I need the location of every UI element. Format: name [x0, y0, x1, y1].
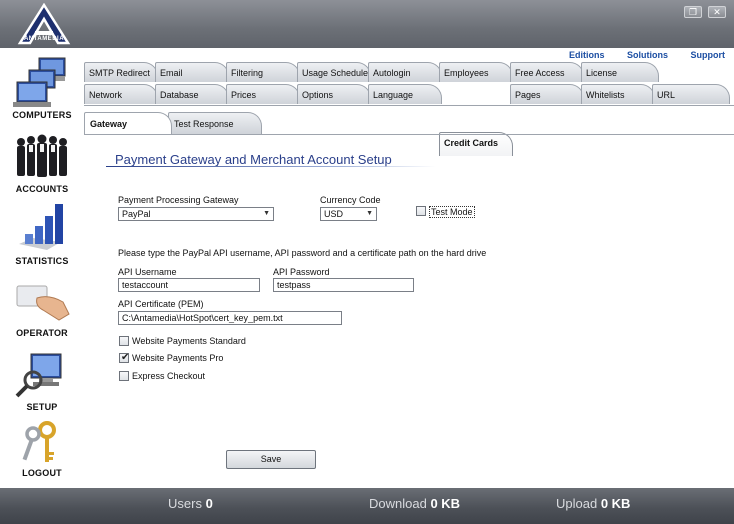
tab-divider	[84, 105, 734, 106]
sidebar-item-label: COMPUTERS	[12, 110, 72, 120]
api-username-label: API Username	[118, 267, 177, 277]
logout-icon	[22, 421, 56, 462]
users-label: Users	[168, 496, 202, 511]
download-stat: Download 0 KB	[369, 496, 460, 511]
sidebar-item-setup[interactable]: SETUP	[0, 350, 84, 420]
tab-employees[interactable]: Employees	[439, 62, 513, 82]
close-button[interactable]: ✕	[708, 6, 726, 18]
logo-text: ANTAMEDIA	[23, 36, 65, 42]
tab-network[interactable]: Network	[84, 84, 158, 104]
subtab-test-response[interactable]: Test Response	[168, 112, 262, 134]
checkmark-icon: ✔	[121, 352, 130, 363]
api-certificate-input[interactable]	[118, 311, 342, 325]
sidebar-item-label: OPERATOR	[16, 328, 68, 338]
tab-prices[interactable]: Prices	[226, 84, 300, 104]
tab-credit-cards[interactable]: Credit Cards	[439, 132, 513, 156]
checkbox-label: Express Checkout	[132, 371, 206, 381]
checkbox-box	[416, 206, 426, 216]
upload-label: Upload	[556, 496, 598, 511]
section-divider	[106, 166, 436, 167]
express-checkout-checkbox[interactable]: Express Checkout	[119, 370, 259, 382]
sidebar: COMPUTERS ACCOUNTS STATISTICS OPERATOR S…	[0, 48, 84, 488]
tab-options[interactable]: Options	[297, 84, 371, 104]
instructions-text: Please type the PayPal API username, API…	[118, 248, 487, 258]
setup-icon	[15, 353, 62, 398]
website-payments-standard-checkbox[interactable]: Website Payments Standard	[119, 335, 259, 347]
subtab-divider	[84, 134, 734, 135]
api-password-input[interactable]	[273, 278, 414, 292]
tab-database[interactable]: Database	[155, 84, 229, 104]
sidebar-item-label: STATISTICS	[15, 256, 69, 266]
checkbox-box: ✔	[119, 352, 130, 363]
chevron-down-icon: ▼	[366, 210, 373, 217]
main-panel: Editions Solutions Support SMTP Redirect…	[84, 48, 734, 488]
tab-filtering[interactable]: Filtering	[226, 62, 300, 82]
sidebar-item-logout[interactable]: LOGOUT	[0, 420, 84, 490]
statistics-icon	[19, 204, 63, 250]
sidebar-item-computers[interactable]: COMPUTERS	[0, 56, 84, 126]
api-certificate-label: API Certificate (PEM)	[118, 299, 204, 309]
restore-button[interactable]: ❐	[684, 6, 702, 18]
solutions-link[interactable]: Solutions	[627, 50, 668, 60]
tab-whitelists[interactable]: Whitelists	[581, 84, 655, 104]
editions-link[interactable]: Editions	[569, 50, 605, 60]
accounts-icon	[17, 134, 67, 177]
test-mode-label: Test Mode	[429, 206, 475, 218]
tab-language[interactable]: Language	[368, 84, 442, 104]
tab-url[interactable]: URL	[652, 84, 730, 104]
tab-smtp-redirect[interactable]: SMTP Redirect	[84, 62, 158, 82]
checkbox-box	[119, 336, 129, 346]
download-value: 0 KB	[430, 496, 461, 511]
gateway-select-value: PayPal	[122, 209, 151, 219]
users-value: 0	[205, 496, 213, 511]
chevron-down-icon: ▼	[263, 210, 270, 217]
checkbox-label: Website Payments Standard	[132, 336, 246, 346]
tab-usage-schedule[interactable]: Usage Schedule	[297, 62, 371, 82]
tab-free-access[interactable]: Free Access	[510, 62, 584, 82]
tab-pages[interactable]: Pages	[510, 84, 584, 104]
download-label: Download	[369, 496, 427, 511]
api-username-input[interactable]	[118, 278, 260, 292]
sidebar-item-operator[interactable]: OPERATOR	[0, 280, 84, 350]
checkbox-label: Website Payments Pro	[132, 353, 224, 363]
sidebar-item-label: SETUP	[26, 402, 58, 412]
gateway-select[interactable]: PayPal ▼	[118, 207, 274, 221]
users-stat: Users 0	[168, 496, 213, 511]
sidebar-item-label: LOGOUT	[22, 468, 62, 478]
status-bar: Users 0 Download 0 KB Upload 0 KB	[0, 488, 734, 524]
checkbox-box	[119, 371, 129, 381]
website-payments-pro-checkbox[interactable]: ✔ Website Payments Pro	[119, 352, 259, 364]
support-link[interactable]: Support	[691, 50, 726, 60]
operator-icon	[16, 285, 70, 321]
title-bar: ANTAMEDIA ❐ ✕	[0, 0, 734, 48]
computers-icon	[13, 57, 66, 107]
sidebar-item-label: ACCOUNTS	[15, 184, 69, 194]
tab-license[interactable]: License	[581, 62, 659, 82]
test-mode-checkbox[interactable]: Test Mode	[416, 205, 480, 218]
gateway-label: Payment Processing Gateway	[118, 195, 239, 205]
currency-label: Currency Code	[320, 195, 381, 205]
upload-value: 0 KB	[600, 496, 631, 511]
save-button[interactable]: Save	[226, 450, 316, 469]
section-title: Payment Gateway and Merchant Account Set…	[115, 152, 392, 167]
subtab-gateway[interactable]: Gateway	[84, 112, 172, 134]
top-links: Editions Solutions Support	[549, 50, 725, 60]
currency-select[interactable]: USD ▼	[320, 207, 377, 221]
tab-autologin[interactable]: Autologin	[368, 62, 442, 82]
tab-email[interactable]: Email	[155, 62, 229, 82]
currency-select-value: USD	[324, 209, 344, 219]
api-password-label: API Password	[273, 267, 330, 277]
sidebar-item-statistics[interactable]: STATISTICS	[0, 202, 84, 272]
upload-stat: Upload 0 KB	[556, 496, 630, 511]
sidebar-item-accounts[interactable]: ACCOUNTS	[0, 132, 84, 202]
